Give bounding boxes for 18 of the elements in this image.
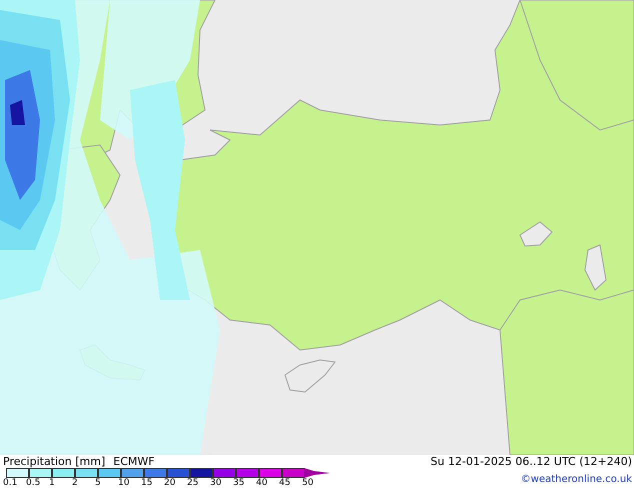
scale-label: 2 (72, 478, 78, 489)
model-name: ECMWF (113, 455, 155, 468)
scale-label: 0.1 (3, 478, 18, 489)
scale-label: 10 (118, 478, 130, 489)
scale-label: 5 (95, 478, 101, 489)
scale-label: 50 (302, 478, 314, 489)
scale-label: 1 (49, 478, 55, 489)
valid-time: Su 12-01-2025 06..12 UTC (12+240) (430, 455, 632, 468)
legend-title: Precipitation [mm] (3, 455, 106, 468)
scale-label: 35 (233, 478, 244, 489)
scale-label: 25 (187, 478, 198, 489)
scale-label: 0.5 (26, 478, 40, 489)
scale-label: 20 (164, 478, 176, 489)
scale-label: 40 (256, 478, 268, 489)
scale-label: 30 (210, 478, 222, 489)
scale-label: 15 (141, 478, 152, 489)
scale-label: 45 (279, 478, 290, 489)
credit-link[interactable]: ©weatheronline.co.uk (520, 473, 632, 487)
